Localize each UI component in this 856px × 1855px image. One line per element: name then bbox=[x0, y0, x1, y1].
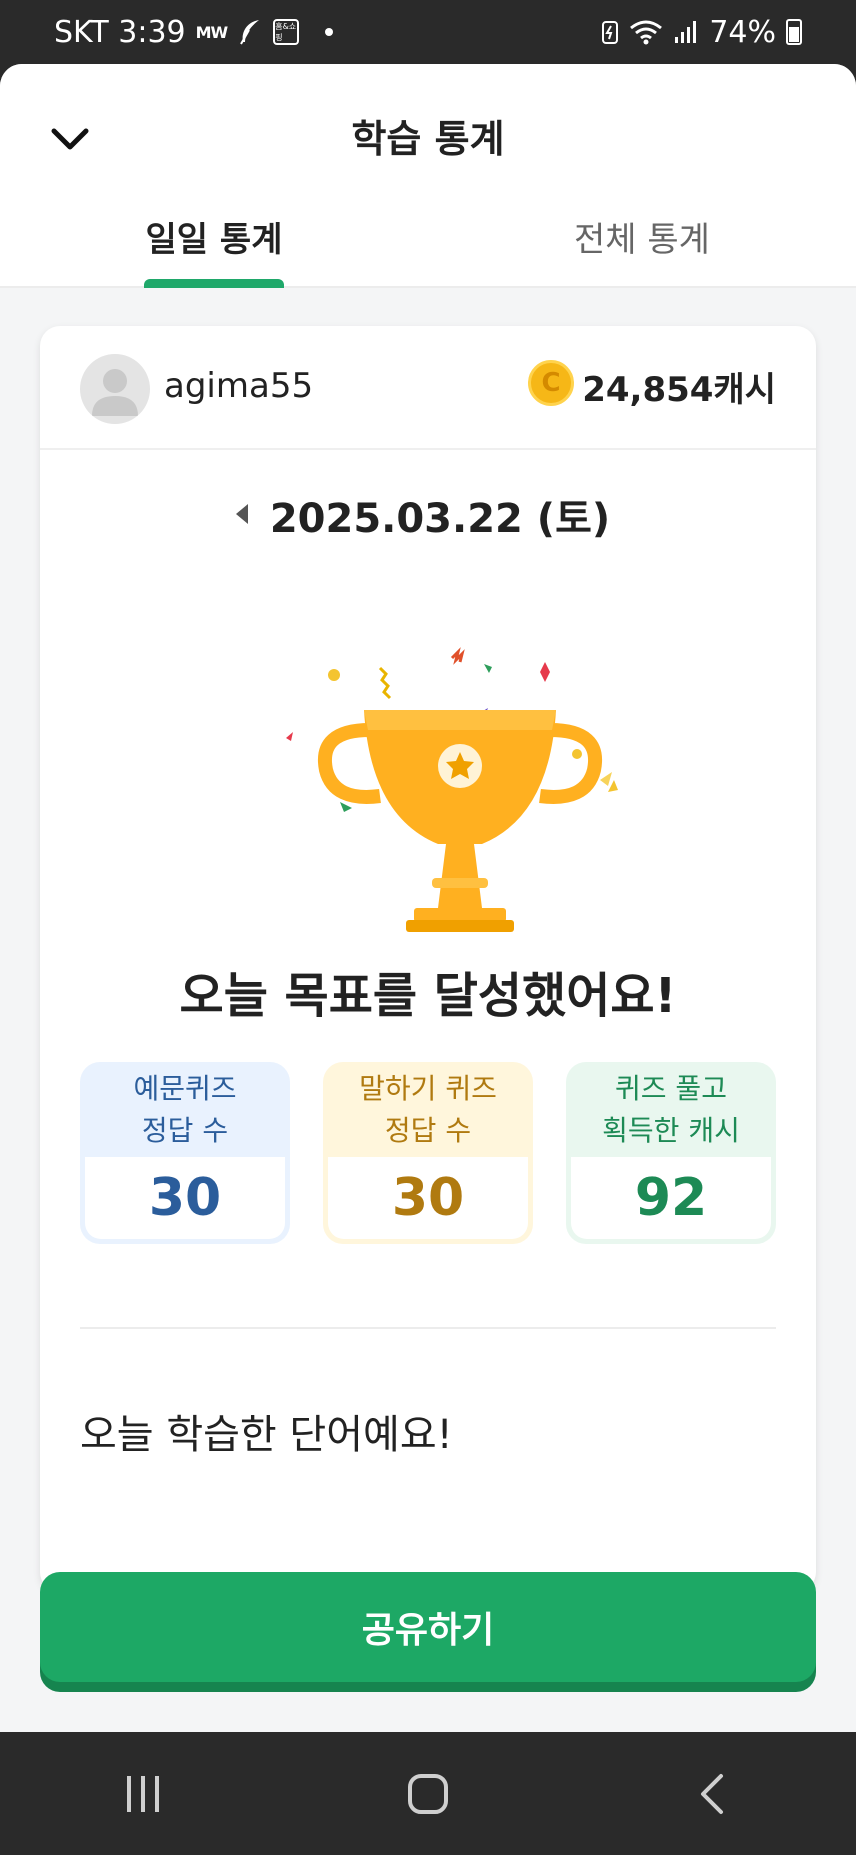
stat-label: 퀴즈 풀고 획득한 캐시 bbox=[566, 1062, 776, 1158]
stat-label-line2: 정답 수 bbox=[141, 1114, 229, 1147]
user-silhouette-icon bbox=[92, 369, 138, 416]
coin-icon: C bbox=[528, 360, 574, 406]
home-icon bbox=[407, 1773, 448, 1814]
wifi-icon bbox=[630, 20, 663, 45]
cash-balance: 24,854캐시 bbox=[582, 370, 776, 410]
tab-daily-stats[interactable]: 일일 통계 bbox=[0, 204, 428, 288]
recent-apps-button[interactable] bbox=[83, 1754, 203, 1834]
battery-saver-icon bbox=[602, 21, 619, 44]
stat-label-line1: 퀴즈 풀고 bbox=[615, 1072, 727, 1105]
stats-row: 예문퀴즈 정답 수 30 말하기 퀴즈 정답 수 30 퀴즈 풀고 획득한 캐시 bbox=[80, 1062, 776, 1246]
stats-sheet: 학습 통계 일일 통계 전체 통계 agima55 C 24,854캐시 202… bbox=[0, 64, 856, 1732]
back-button[interactable] bbox=[653, 1754, 773, 1834]
active-tab-indicator bbox=[144, 279, 284, 288]
recent-apps-icon bbox=[126, 1775, 159, 1812]
stat-label: 말하기 퀴즈 정답 수 bbox=[323, 1062, 533, 1158]
battery-percent: 74% bbox=[709, 14, 776, 50]
stat-value: 92 bbox=[571, 1157, 771, 1239]
app-box-icon: 홈&쇼핑 bbox=[273, 19, 300, 45]
back-icon bbox=[701, 1773, 724, 1814]
today-words-heading: 오늘 학습한 단어예요! bbox=[80, 1412, 453, 1458]
tab-total-stats[interactable]: 전체 통계 bbox=[428, 204, 856, 286]
notification-dot bbox=[325, 28, 334, 36]
avatar bbox=[80, 354, 150, 424]
status-bar-left: SKT 3:39 MW 홈&쇼핑 bbox=[54, 14, 334, 50]
profile-row: agima55 C 24,854캐시 bbox=[40, 326, 816, 450]
stat-earned-cash: 퀴즈 풀고 획득한 캐시 92 bbox=[566, 1062, 776, 1244]
top-bar: 학습 통계 일일 통계 전체 통계 bbox=[0, 64, 856, 288]
tab-bar: 일일 통계 전체 통계 bbox=[0, 204, 856, 288]
battery-icon bbox=[786, 19, 802, 45]
stat-label-line2: 정답 수 bbox=[384, 1114, 472, 1147]
carrier-time: SKT 3:39 bbox=[54, 14, 186, 50]
trophy-icon bbox=[286, 647, 618, 932]
system-nav-bar bbox=[0, 1732, 856, 1855]
tab-label: 전체 통계 bbox=[574, 220, 710, 260]
stat-value: 30 bbox=[85, 1157, 285, 1239]
daily-stats-card: agima55 C 24,854캐시 2025.03.22 (토) 오늘 목표를… bbox=[40, 326, 816, 1592]
status-bar: SKT 3:39 MW 홈&쇼핑 74% bbox=[0, 0, 856, 64]
signal-icon bbox=[675, 21, 697, 43]
date-selector: 2025.03.22 (토) bbox=[40, 486, 816, 544]
stat-label-line1: 예문퀴즈 bbox=[133, 1072, 237, 1105]
divider bbox=[80, 1327, 776, 1329]
stat-sentence-quiz: 예문퀴즈 정답 수 30 bbox=[80, 1062, 290, 1244]
mw-label: MW bbox=[195, 22, 229, 42]
feather-icon bbox=[240, 20, 260, 45]
home-button[interactable] bbox=[368, 1754, 488, 1834]
stat-label-line1: 말하기 퀴즈 bbox=[359, 1072, 497, 1105]
goal-achieved-message: 오늘 목표를 달성했어요! bbox=[179, 968, 677, 1024]
trophy-illustration bbox=[220, 606, 640, 936]
stat-label-line2: 획득한 캐시 bbox=[602, 1114, 740, 1147]
username: agima55 bbox=[164, 366, 314, 406]
status-bar-right: 74% bbox=[601, 15, 802, 50]
stat-value: 30 bbox=[328, 1157, 528, 1239]
current-date: 2025.03.22 (토) bbox=[269, 496, 611, 542]
page-title: 학습 통계 bbox=[351, 117, 505, 161]
stat-label: 예문퀴즈 정답 수 bbox=[80, 1062, 290, 1158]
screen: SKT 3:39 MW 홈&쇼핑 74% 학습 통계 일일 통계 전체 통계 a… bbox=[0, 0, 856, 1855]
tab-label: 일일 통계 bbox=[145, 220, 283, 260]
previous-date-button[interactable] bbox=[236, 504, 248, 524]
stat-speaking-quiz: 말하기 퀴즈 정답 수 30 bbox=[323, 1062, 533, 1244]
app-box-label: 홈&쇼핑 bbox=[275, 22, 297, 42]
share-button[interactable]: 공유하기 bbox=[40, 1572, 816, 1682]
